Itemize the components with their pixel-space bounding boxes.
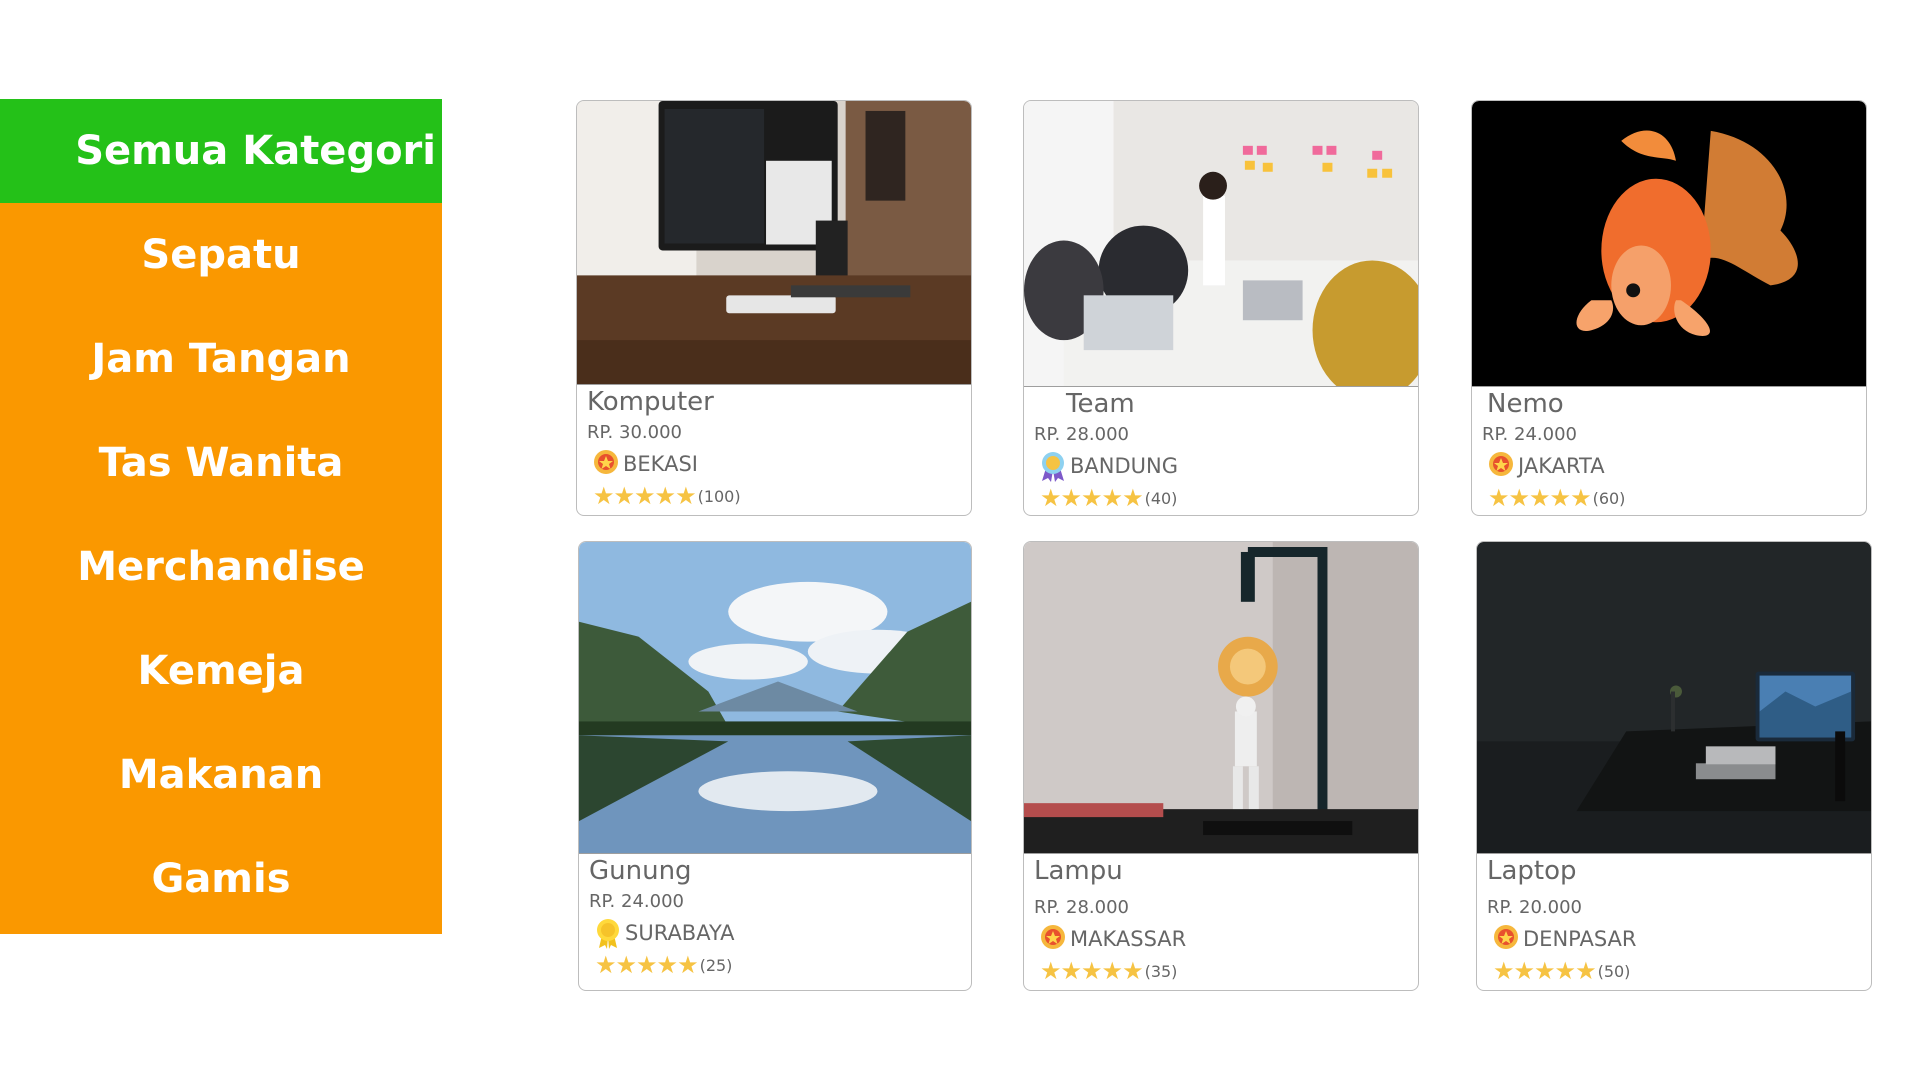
rating-count: (25) — [699, 955, 733, 975]
desk-computer-photo — [577, 101, 971, 385]
product-info: Komputer RP. 30.000 BEKASI ★★★★★ (100) — [577, 387, 971, 511]
category-tas-wanita[interactable]: Tas Wanita — [0, 411, 442, 515]
star-rating-icon: ★★★★★ — [595, 951, 699, 979]
product-card[interactable]: Komputer RP. 30.000 BEKASI ★★★★★ (100) — [576, 100, 972, 516]
category-makanan[interactable]: Makanan — [0, 723, 442, 827]
product-rating: ★★★★★ (100) — [593, 481, 971, 511]
star-rating-icon: ★★★★★ — [593, 482, 697, 510]
category-gamis[interactable]: Gamis — [0, 827, 442, 931]
product-card[interactable]: Team RP. 28.000 BANDUNG ★★★★★ (40) — [1023, 100, 1419, 516]
rating-count: (35) — [1144, 961, 1178, 981]
lamp-figure-photo — [1024, 542, 1418, 854]
product-rating: ★★★★★ (60) — [1488, 483, 1866, 513]
category-jam-tangan[interactable]: Jam Tangan — [0, 307, 442, 411]
category-sidebar: Semua Kategori Sepatu Jam Tangan Tas Wan… — [0, 99, 442, 934]
product-info: Nemo RP. 24.000 JAKARTA ★★★★★ (60) — [1472, 389, 1866, 513]
star-rating-icon: ★★★★★ — [1493, 957, 1597, 985]
official-store-badge-icon — [594, 450, 618, 474]
product-location: BEKASI — [587, 447, 971, 481]
star-rating-icon: ★★★★★ — [1040, 957, 1144, 985]
goldfish-photo — [1472, 101, 1866, 387]
rating-count: (50) — [1597, 961, 1631, 981]
star-rating-icon: ★★★★★ — [1040, 484, 1144, 512]
product-name: Nemo — [1487, 389, 1564, 419]
product-info: Lampu RP. 28.000 MAKASSAR ★★★★★ (35) — [1024, 856, 1418, 986]
category-merchandise[interactable]: Merchandise — [0, 515, 442, 619]
product-location: SURABAYA — [589, 916, 971, 950]
product-name: Lampu — [1034, 856, 1123, 886]
star-rating-icon: ★★★★★ — [1488, 484, 1592, 512]
product-price: RP. 20.000 — [1487, 897, 1582, 918]
product-rating: ★★★★★ (35) — [1040, 956, 1418, 986]
product-rating: ★★★★★ (25) — [595, 950, 971, 980]
rating-count: (100) — [697, 486, 741, 506]
product-location: JAKARTA — [1482, 449, 1866, 483]
product-price: RP. 28.000 — [1034, 897, 1129, 918]
product-name: Gunung — [589, 856, 692, 886]
product-location: BANDUNG — [1034, 449, 1418, 483]
product-name: Team — [1066, 389, 1135, 419]
product-price: RP. 30.000 — [587, 422, 682, 443]
official-store-badge-icon — [1494, 925, 1518, 949]
product-name: Laptop — [1487, 856, 1577, 886]
category-semua-kategori[interactable]: Semua Kategori — [0, 99, 442, 203]
gold-badge-icon — [597, 919, 619, 949]
category-kemeja[interactable]: Kemeja — [0, 619, 442, 723]
power-merchant-badge-icon — [1042, 452, 1064, 482]
product-card[interactable]: Gunung RP. 24.000 SURABAYA ★★★★★ (25) — [578, 541, 972, 991]
category-sepatu[interactable]: Sepatu — [0, 203, 442, 307]
product-location: MAKASSAR — [1034, 922, 1418, 956]
mountain-lake-photo — [579, 542, 971, 854]
rating-count: (60) — [1592, 488, 1626, 508]
product-name: Komputer — [587, 387, 714, 417]
product-info: Laptop RP. 20.000 DENPASAR ★★★★★ (50) — [1477, 856, 1871, 986]
official-store-badge-icon — [1041, 925, 1065, 949]
official-store-badge-icon — [1489, 452, 1513, 476]
product-info: Team RP. 28.000 BANDUNG ★★★★★ (40) — [1024, 389, 1418, 513]
product-price: RP. 24.000 — [589, 891, 684, 912]
product-price: RP. 28.000 — [1034, 424, 1129, 445]
dark-desk-laptop-photo — [1477, 542, 1871, 854]
product-card[interactable]: Nemo RP. 24.000 JAKARTA ★★★★★ (60) — [1471, 100, 1867, 516]
product-price: RP. 24.000 — [1482, 424, 1577, 445]
team-meeting-photo — [1024, 101, 1418, 387]
rating-count: (40) — [1144, 488, 1178, 508]
product-rating: ★★★★★ (40) — [1040, 483, 1418, 513]
product-card[interactable]: Laptop RP. 20.000 DENPASAR ★★★★★ (50) — [1476, 541, 1872, 991]
product-rating: ★★★★★ (50) — [1493, 956, 1871, 986]
product-location: DENPASAR — [1487, 922, 1871, 956]
product-info: Gunung RP. 24.000 SURABAYA ★★★★★ (25) — [579, 856, 971, 980]
product-card[interactable]: Lampu RP. 28.000 MAKASSAR ★★★★★ (35) — [1023, 541, 1419, 991]
